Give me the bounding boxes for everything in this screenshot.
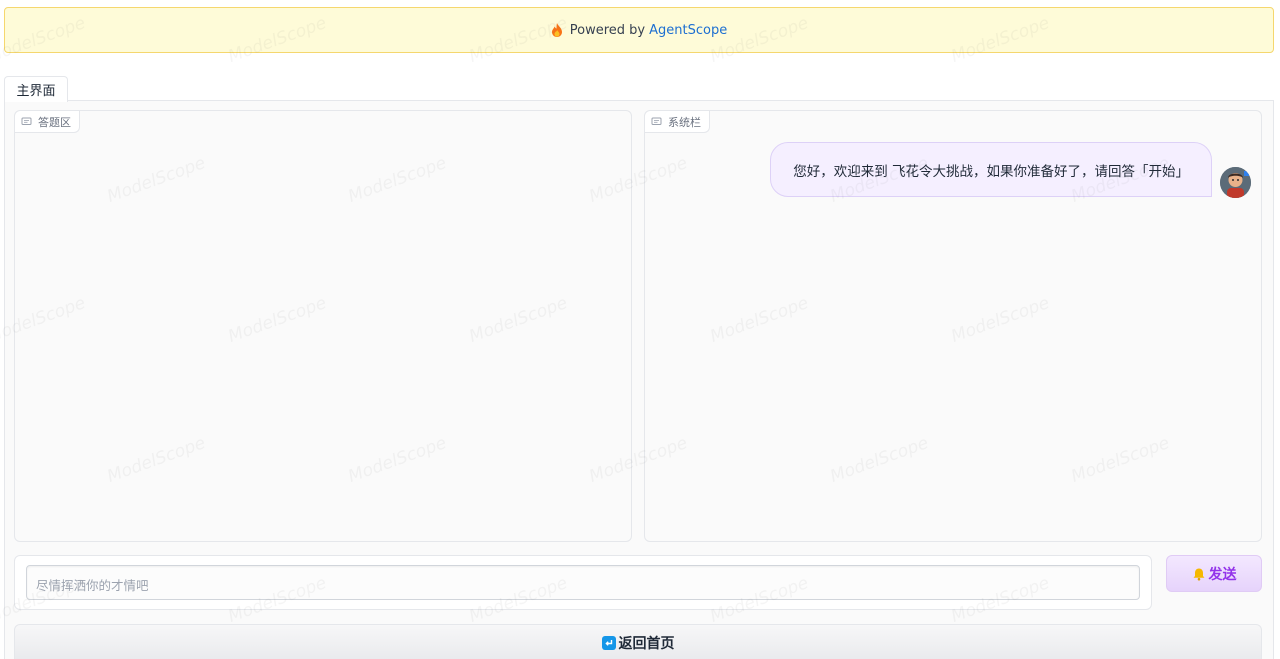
powered-by-text: Powered by bbox=[569, 22, 646, 38]
answer-panel-title: 答题区 bbox=[38, 115, 71, 129]
answer-chat-panel[interactable]: 答题区 bbox=[14, 110, 632, 542]
system-chat-panel[interactable]: 系统栏 您好，欢迎来到 飞花令大挑战，如果你准备好了，请回答「开始」 bbox=[644, 110, 1262, 542]
answer-input-container bbox=[14, 555, 1152, 610]
avatar-image bbox=[1220, 167, 1251, 198]
system-panel-title: 系统栏 bbox=[668, 115, 701, 129]
avatar bbox=[1220, 167, 1251, 198]
flame-icon bbox=[551, 23, 562, 37]
return-home-label: 返回首页 bbox=[618, 635, 675, 652]
agentscope-link[interactable]: AgentScope bbox=[649, 23, 727, 38]
send-button-label: 发送 bbox=[1208, 566, 1237, 583]
tab-main[interactable]: 主界面 bbox=[4, 76, 68, 102]
system-message: 您好，欢迎来到 飞花令大挑战，如果你准备好了，请回答「开始」 bbox=[770, 142, 1251, 198]
system-panel-label: 系统栏 bbox=[645, 111, 710, 133]
app-page: Powered by AgentScope 主界面 答题区 系统栏 您好，欢迎来… bbox=[0, 0, 1280, 659]
answer-panel-label: 答题区 bbox=[15, 111, 80, 133]
send-button[interactable]: 发送 bbox=[1166, 555, 1262, 592]
chat-icon bbox=[651, 117, 662, 125]
bell-icon bbox=[1193, 568, 1204, 580]
powered-by-banner: Powered by AgentScope bbox=[4, 7, 1274, 53]
return-home-button[interactable]: 返回首页 bbox=[14, 624, 1262, 659]
return-icon bbox=[601, 635, 616, 650]
chat-icon bbox=[21, 117, 32, 125]
message-bubble: 您好，欢迎来到 飞花令大挑战，如果你准备好了，请回答「开始」 bbox=[770, 142, 1212, 197]
answer-input[interactable] bbox=[26, 565, 1140, 600]
